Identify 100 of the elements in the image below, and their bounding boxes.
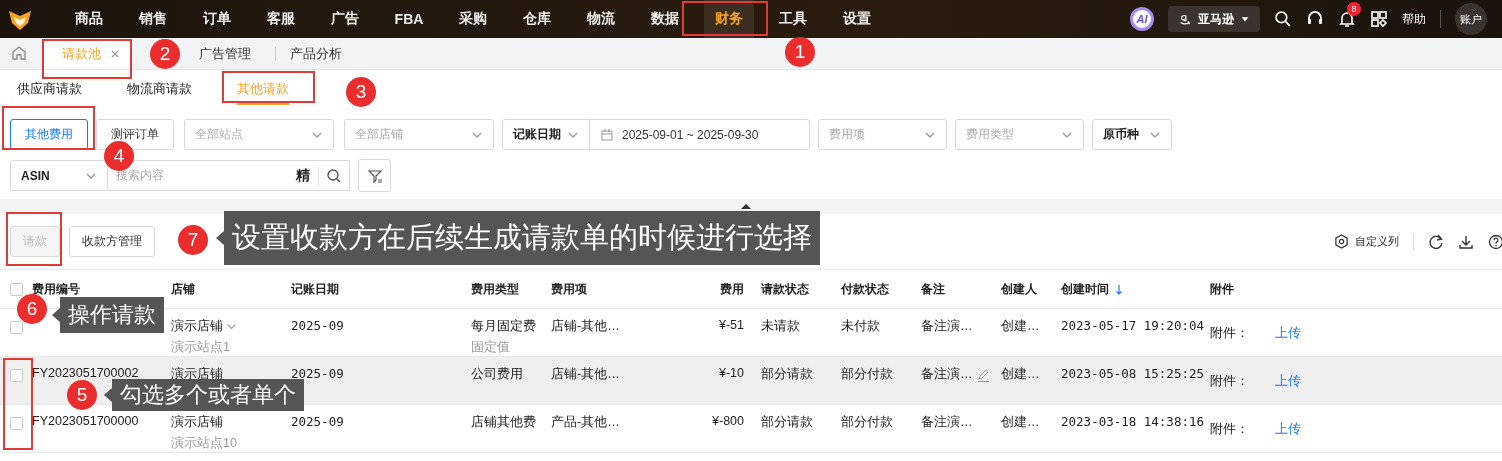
search-icon [1274,10,1292,28]
nav-menu-item[interactable]: 仓库 [512,0,562,38]
table-cell-text: 创建… [1001,366,1041,383]
caret-icon [1240,14,1250,24]
table-cell-text: 备注演… [921,318,973,335]
nav-menu-item[interactable]: 工具 [768,0,818,38]
table-cell-text: 每月固定费 [471,318,537,335]
column-header[interactable]: 请款状态 [761,280,809,298]
search-icon [326,167,342,184]
table-cell-text: 2025-09 [291,318,345,333]
column-header[interactable]: 付款状态 [841,280,889,298]
table-cell-text: 店铺-其他… [551,318,621,335]
column-header[interactable]: 费用项 [551,280,587,298]
nav-menu-item[interactable]: 数据 [640,0,690,38]
callout-tooltip: 勾选多个或者单个 [104,379,304,411]
filter-toggle-button[interactable]: 其他费用 [10,119,88,150]
chevron-icon [226,321,237,332]
table-cell-text: 备注演… [921,414,973,431]
column-header[interactable]: 店铺 [171,280,195,298]
dropdown-select[interactable]: ASIN [10,160,108,191]
filter-icon [366,167,383,184]
column-header[interactable]: 费用 [720,280,744,298]
table-cell-text: 附件： [1210,373,1249,390]
table-cell-text: 店铺其他费 [471,414,537,431]
bell-icon [1338,10,1356,28]
column-header[interactable]: 创建时间 [1061,280,1109,298]
dropdown-select[interactable]: 原币种 [1092,119,1172,150]
account-avatar[interactable]: 账户 [1455,3,1487,35]
table-cell-text: 附件： [1210,421,1249,438]
table-cell-text: 演示站点10 [171,435,238,452]
calendar-icon [600,127,614,142]
dropdown-select[interactable]: 记账日期 [502,119,590,150]
upload-link[interactable]: 上传 [1275,325,1301,342]
table-cell-text: 备注演… [921,366,973,383]
table-cell-text: 创建… [1001,318,1041,335]
marketplace-dropdown[interactable]: 亚马逊 [1168,6,1260,32]
column-header[interactable]: 记账日期 [291,280,339,298]
table-cell-text: 未付款 [841,318,881,335]
table-cell-text: 创建… [1001,414,1041,431]
checkbox[interactable] [10,369,23,382]
refresh-icon [1428,233,1444,250]
toolbar-button[interactable]: 收款方管理 [69,226,155,257]
date-range-field[interactable]: 2025-09-01 ~ 2025-09-30 [590,119,810,150]
table-cell-text: 公司费用 [471,366,524,383]
table-cell-text: 部分请款 [761,366,814,383]
column-header[interactable]: 备注 [921,280,945,298]
highlight-frame [6,212,62,266]
checkbox[interactable] [10,417,23,430]
nav-menu-item[interactable]: 商品 [64,0,114,38]
ai-button[interactable]: AI [1130,7,1154,31]
callout-tooltip: 设置收款方在后续生成请款单的时候进行选择 [216,211,820,265]
nav-menu-item[interactable]: 销售 [128,0,178,38]
nav-menu-item[interactable]: 采购 [448,0,498,38]
table-cell-text: 店铺-其他… [551,366,621,383]
notification-badge: 8 [1347,2,1361,16]
help-link[interactable]: 帮助 [1402,10,1426,28]
custom-columns-button[interactable]: 自定义列 [1334,234,1399,249]
step-number-marker: 3 [346,77,376,107]
nav-menu-item[interactable]: 物流 [576,0,626,38]
sub-tab[interactable]: 物流商请款 [127,70,192,110]
checkbox[interactable] [10,282,23,296]
upload-link[interactable]: 上传 [1275,421,1301,438]
table-cell-text: 2025-09 [291,414,345,429]
sub-tab[interactable]: 供应商请款 [17,70,82,110]
table-cell-text: 2025-09 [291,366,345,381]
filter-button[interactable] [358,159,391,192]
table-cell-text: ¥-800 [712,414,744,428]
nav-menu-item[interactable]: FBA [384,0,434,38]
column-header[interactable]: 附件 [1210,280,1234,298]
table-cell-text: ¥-10 [718,366,744,380]
step-number-marker: 7 [178,225,208,255]
close-icon [109,48,121,60]
page-tab[interactable]: 产品分析 [275,47,356,61]
table-cell-text: 2023-05-17 19:20:04 [1061,318,1205,333]
home-icon [11,45,27,61]
filter-toggle-button[interactable]: 测评订单 [96,119,174,150]
checkbox[interactable] [10,321,23,334]
callout-tooltip: 操作请款 [52,297,164,333]
page-tab[interactable]: 广告管理 [185,39,265,69]
column-header[interactable]: 创建人 [1001,280,1037,298]
table-cell-text: 2023-05-08 15:25:25 [1061,366,1205,381]
column-header[interactable]: 费用类型 [471,280,519,298]
step-number-marker: 6 [17,294,47,324]
help-icon [1488,233,1502,250]
nav-menu-item[interactable]: 订单 [192,0,242,38]
table-cell-text: FY2023051700002 [32,366,140,380]
table-cell-text: 部分请款 [761,414,814,431]
apps-grid-icon [1370,10,1388,28]
table-cell-text: 演示站点1 [171,339,231,356]
table-cell-text: 演示店铺 [171,318,223,335]
nav-menu-item[interactable]: 设置 [832,0,882,38]
download-icon [1458,233,1474,250]
table-cell-text: 演示店铺 [171,414,223,431]
nav-menu-item[interactable]: 广告 [320,0,370,38]
settings-icon [1334,234,1349,249]
table-cell-text: 产品-其他… [551,414,621,431]
table-cell-text: 固定值 [471,339,511,356]
table-cell-text: FY2023051700000 [32,414,140,428]
nav-menu-item[interactable]: 客服 [256,0,306,38]
upload-link[interactable]: 上传 [1275,373,1301,390]
